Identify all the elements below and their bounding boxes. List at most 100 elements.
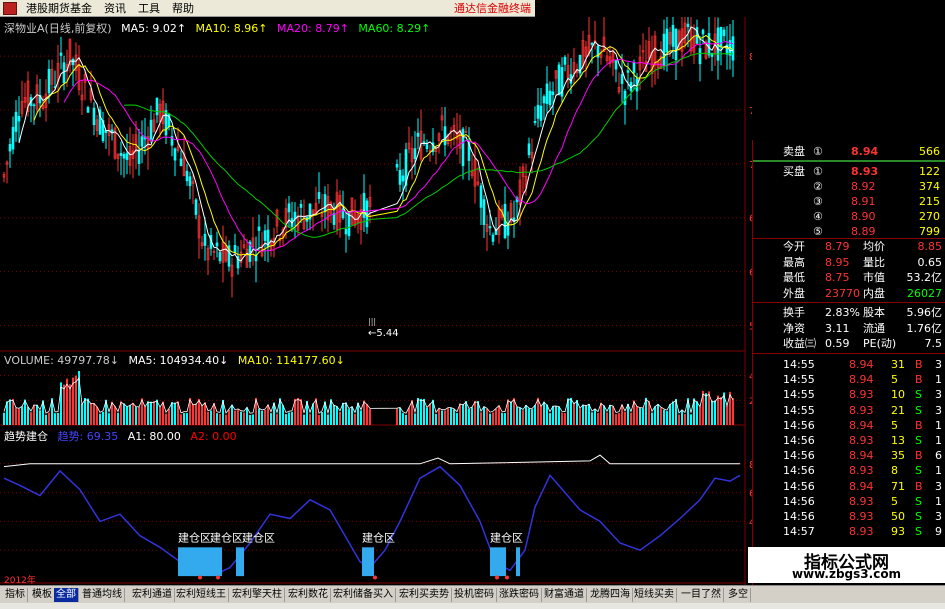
indicator-tab[interactable]: 投机密码 — [452, 588, 497, 602]
tick-volume: 10 — [891, 388, 905, 402]
section-divider — [753, 302, 945, 303]
indicator-a2: A2: 0.00 — [190, 430, 237, 443]
candle-body — [194, 199, 198, 215]
tick-volume: 21 — [891, 403, 905, 417]
tick-time: 14:55 — [783, 358, 815, 371]
sell-price: 8.94 — [851, 145, 879, 158]
indicator-tab[interactable]: 指标 — [3, 588, 28, 602]
indicator-tab[interactable]: 一目了然 — [679, 588, 724, 602]
price-chart: ←5.44 ||| — [2, 17, 735, 339]
section-divider — [753, 238, 945, 239]
candle-body — [731, 36, 735, 61]
tick-volume: 35 — [891, 449, 905, 463]
watermark-url: www.zbgs3.com — [791, 567, 902, 581]
candle-body — [155, 97, 159, 116]
buy-price: 8.89 — [851, 225, 876, 238]
candle-body — [548, 90, 552, 106]
tick-volume: 8 — [891, 464, 898, 478]
indicator-tab[interactable]: 宏利数花 — [286, 588, 331, 602]
indicator-tab[interactable]: 宏利储备买入 — [331, 588, 396, 602]
indicator-tab[interactable]: 普通均线 — [80, 588, 125, 602]
signal-zone — [516, 547, 520, 577]
indicator-tab[interactable]: 财富通道 — [542, 588, 587, 602]
volume-value: VOLUME: 49797.78↓ — [4, 354, 119, 367]
menu-item-tools[interactable]: 工具 — [132, 0, 166, 16]
candle-body — [719, 26, 723, 48]
app-logo-icon — [3, 1, 17, 15]
tick-count: 3 — [935, 479, 942, 493]
tick-side: B — [915, 373, 923, 387]
menu-item-hk[interactable]: 港股期货基金 — [20, 0, 98, 16]
tick-row: 14:56 8.93 13 S 1 — [753, 434, 945, 447]
candle-body — [233, 245, 237, 254]
indicator-tab[interactable]: 龙腾四海 — [588, 588, 633, 602]
candle-body — [545, 83, 549, 104]
tick-price: 8.93 — [849, 494, 874, 508]
buy-volume: 374 — [919, 180, 940, 193]
signal-label: 建仓区 — [178, 531, 211, 545]
tick-row: 14:56 8.94 35 B 6 — [753, 449, 945, 462]
stat-key: PE(动) — [863, 337, 897, 350]
stat-key: 量比 — [863, 255, 885, 269]
tick-time: 14:56 — [783, 434, 815, 447]
tick-side: B — [915, 418, 923, 432]
tick-price: 8.93 — [849, 403, 874, 417]
signal-zone — [362, 547, 374, 577]
indicator-tab[interactable]: 宏利通道 — [130, 588, 175, 602]
tick-volume: 13 — [891, 434, 905, 447]
ma60-line — [123, 52, 734, 238]
tick-price: 8.93 — [849, 510, 874, 523]
tick-time: 14:57 — [783, 525, 815, 539]
indicator-tab[interactable]: 模板 — [30, 588, 55, 602]
indicator-tab[interactable]: 宏利买卖势 — [397, 588, 452, 602]
indicator-tab[interactable]: 宏利短线王 — [174, 588, 229, 602]
candle-body — [263, 230, 267, 241]
tick-count: 3 — [935, 403, 942, 417]
level-index: ③ — [813, 195, 823, 208]
a1-line — [3, 454, 740, 468]
stat-key: 流通 — [863, 321, 885, 335]
candle-body — [344, 229, 348, 235]
chart-area[interactable]: 8.007.507.006.506.005.50400002000080.006… — [0, 17, 752, 585]
stat-value: 8.95 — [825, 255, 850, 269]
tick-count: 1 — [935, 373, 942, 387]
tick-volume: 31 — [891, 358, 905, 371]
candle-body — [179, 158, 183, 166]
menu-item-help[interactable]: 帮助 — [166, 0, 200, 16]
year-label: 2012年 — [4, 574, 36, 585]
indicator-tab-bar: 指标 模板 全部 普通均线 宏利通道 宏利短线王 宏利擎天柱 宏利数花 宏利储备买入 宏利买卖势投… — [0, 585, 945, 609]
tick-count: 3 — [935, 510, 942, 523]
candle-body — [425, 144, 429, 150]
ma60-legend: MA60: 8.29↑ — [358, 22, 431, 35]
indicator-tab[interactable]: 多空 — [726, 588, 751, 602]
level-index: ⑤ — [813, 225, 823, 238]
tick-side: S — [915, 464, 922, 478]
tick-count: 1 — [935, 494, 942, 508]
tick-side: S — [915, 388, 922, 402]
stat-key: 外盘 — [783, 286, 805, 300]
candle-body — [701, 29, 705, 35]
price-tick-label: 8.00 — [749, 52, 752, 63]
candle-body — [140, 136, 144, 147]
stat-value: 7.5 — [924, 337, 943, 350]
buy-volume: 122 — [919, 165, 940, 178]
promo-link[interactable]: 通达信金融终端 — [454, 0, 535, 16]
indicator-tab[interactable]: 涨跌密码 — [497, 588, 542, 602]
chart-grid: 8.007.507.006.506.005.50400002000080.006… — [0, 17, 752, 585]
stat-value: 0.65 — [917, 255, 943, 269]
menu-item-news[interactable]: 资讯 — [98, 0, 132, 16]
indicator-tab[interactable]: 宏利擎天柱 — [230, 588, 285, 602]
stat-key: 股本 — [863, 306, 885, 319]
chart-canvas[interactable]: 8.007.507.006.506.005.50400002000080.006… — [0, 17, 752, 585]
indicator-name[interactable]: 趋势建仓 — [4, 430, 48, 443]
indicator-tab[interactable]: 全部 — [54, 588, 79, 602]
candle-body — [626, 70, 630, 73]
candle-body — [32, 104, 36, 107]
candle-body — [662, 33, 666, 66]
candle-body — [164, 110, 168, 136]
indicator-tab[interactable]: 短线买卖 — [632, 588, 677, 602]
buy-level-row: ③ 8.91 215 — [753, 195, 945, 208]
stat-key: 最低 — [783, 271, 805, 284]
tick-price: 8.94 — [849, 418, 874, 432]
tick-row: 14:56 8.94 71 B 3 — [753, 480, 945, 493]
